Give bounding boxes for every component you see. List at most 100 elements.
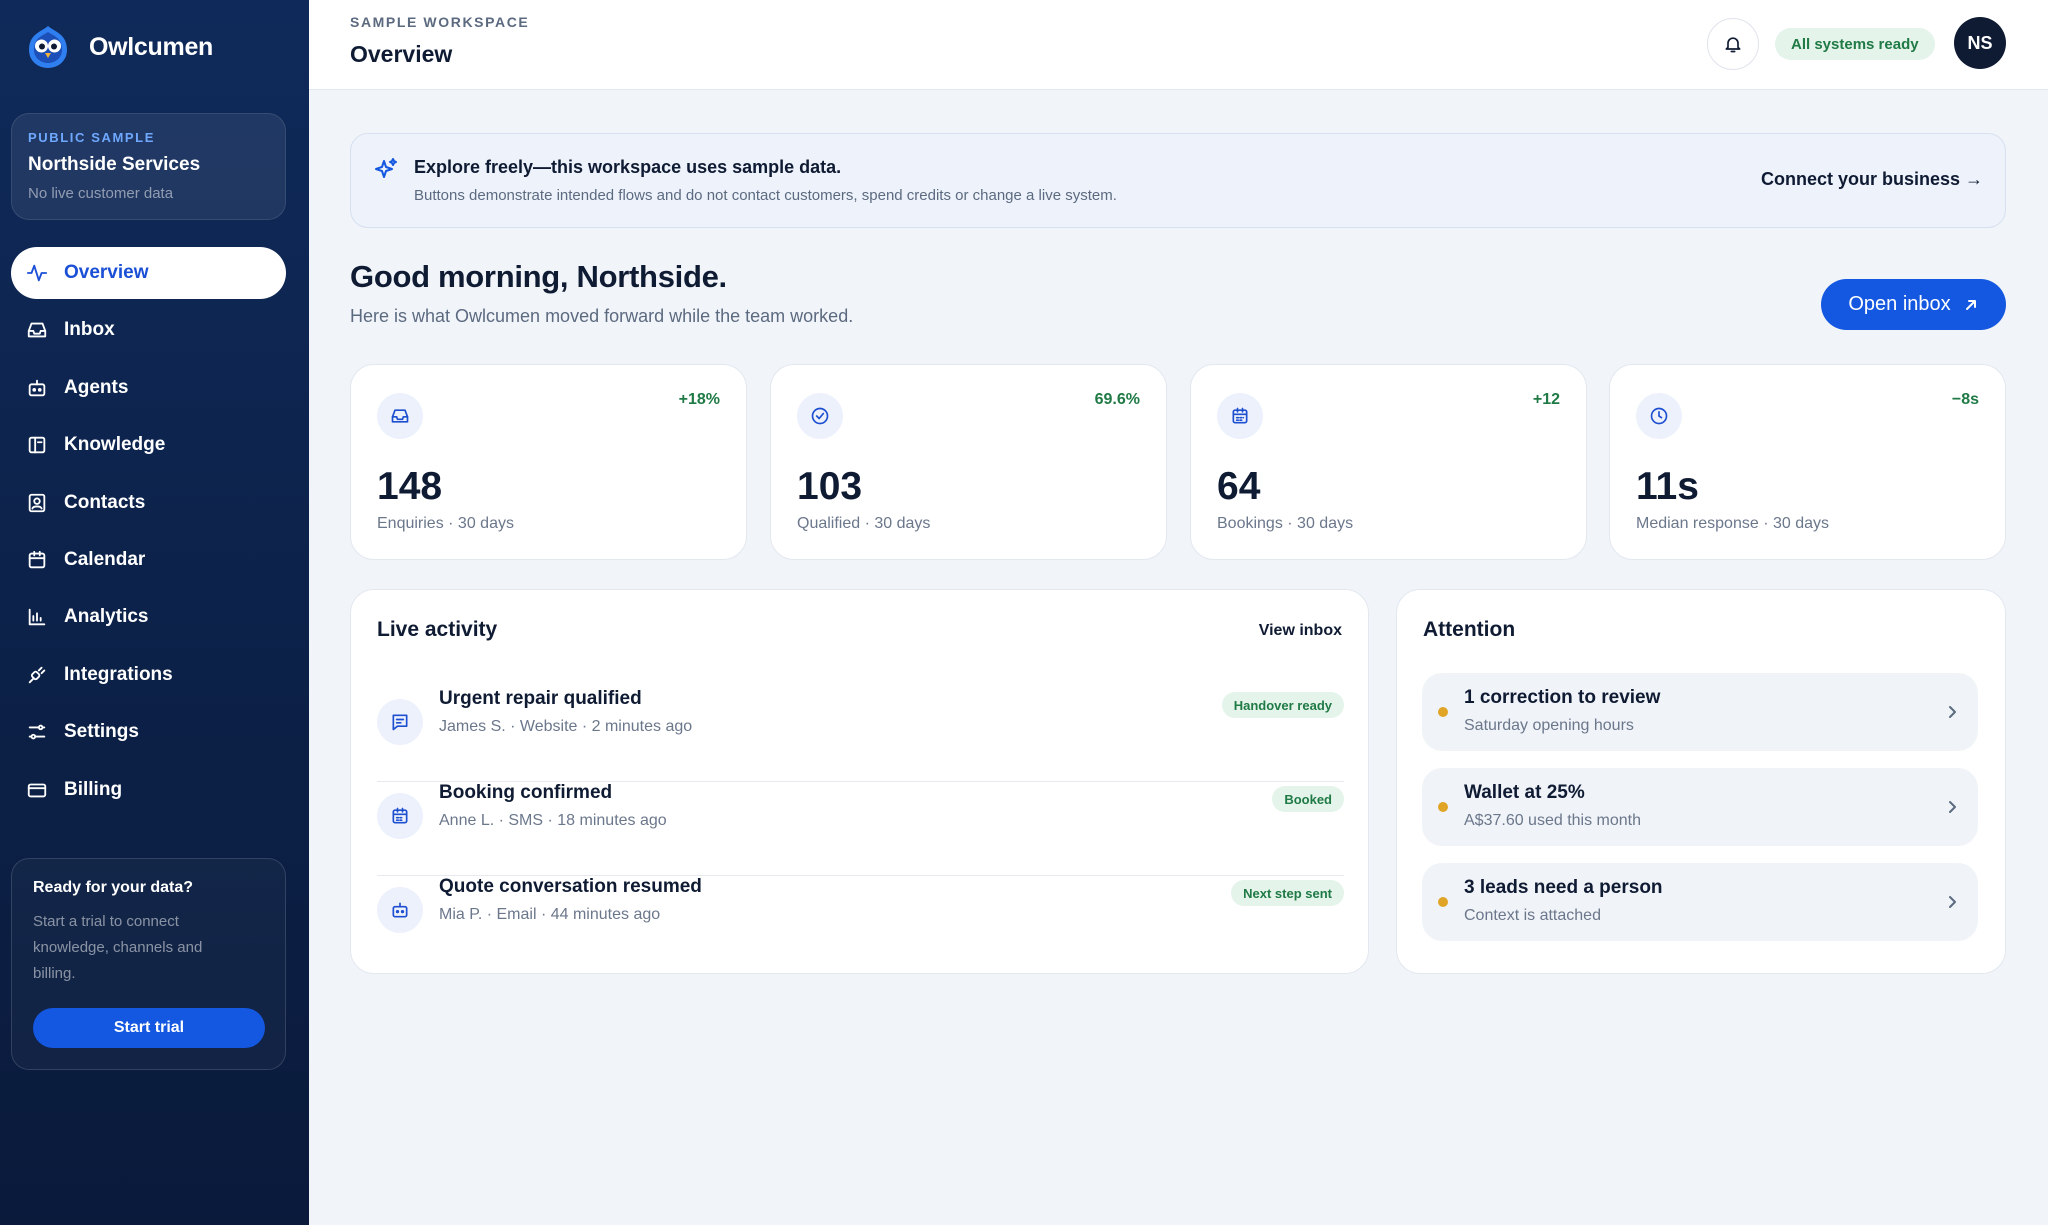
activity-badge: Handover ready (1221, 692, 1344, 718)
stat-card-median-response[interactable]: −8s 11s Median response · 30 days (1609, 364, 2006, 560)
sidebar-item-settings[interactable]: Settings (11, 706, 286, 758)
live-activity-title: Live activity (377, 618, 498, 641)
stat-label: Enquiries · 30 days (377, 515, 514, 532)
workspace-tag: PUBLIC SAMPLE (28, 130, 155, 145)
workspace-card[interactable]: PUBLIC SAMPLE Northside Services No live… (11, 113, 286, 220)
stat-delta: 69.6% (1094, 391, 1140, 408)
stat-icon-wrap (377, 393, 423, 439)
attention-item-title: Wallet at 25% (1464, 782, 1585, 803)
greeting-title: Good morning, Northside. (350, 259, 727, 294)
activity-item[interactable]: Urgent repair qualified James S. · Websi… (377, 688, 1344, 782)
check-circle-icon (811, 407, 829, 425)
credit-card-icon (27, 783, 47, 797)
activity-meta: James S. · Website · 2 minutes ago (439, 718, 693, 735)
attention-item[interactable]: 1 correction to review Saturday opening … (1422, 673, 1978, 751)
stat-value: 64 (1217, 465, 1261, 508)
stat-card-bookings[interactable]: +12 64 Bookings · 30 days (1190, 364, 1587, 560)
warning-dot (1438, 707, 1448, 717)
chevron-right-icon (1949, 706, 1956, 718)
brand[interactable]: Owlcumen (27, 24, 213, 70)
sidebar-item-label: Analytics (64, 606, 149, 628)
stat-value: 11s (1636, 465, 1699, 508)
sidebar-nav: Overview Inbox Agents Knowledge Contacts… (11, 247, 286, 821)
warning-dot (1438, 802, 1448, 812)
attention-title: Attention (1423, 618, 1516, 641)
calendar-icon (1232, 407, 1248, 424)
breadcrumb[interactable]: SAMPLE WORKSPACE (350, 14, 529, 30)
connect-business-link[interactable]: Connect your business → (1761, 169, 1983, 190)
sidebar-item-label: Overview (64, 262, 149, 283)
stat-label: Median response · 30 days (1636, 515, 1829, 532)
trial-text: Start a trial to connect knowledge, chan… (33, 913, 203, 982)
activity-icon-wrap (377, 793, 423, 839)
sidebar-item-analytics[interactable]: Analytics (11, 591, 286, 643)
sidebar-item-label: Agents (64, 376, 129, 398)
bell-icon (1725, 37, 1741, 53)
notifications-button[interactable] (1707, 18, 1759, 70)
sidebar-item-label: Settings (64, 721, 139, 743)
sidebar-item-label: Billing (64, 778, 123, 800)
sidebar-item-label: Calendar (64, 548, 146, 570)
chevron-right-icon (1949, 801, 1956, 813)
banner-title: Explore freely—this workspace uses sampl… (414, 157, 842, 177)
activity-badge: Next step sent (1231, 880, 1344, 906)
start-trial-button[interactable]: Start trial (33, 1008, 265, 1048)
sidebar: Owlcumen PUBLIC SAMPLE Northside Service… (0, 0, 309, 1225)
robot-icon (392, 902, 408, 918)
trial-card: Ready for your data? Start a trial to co… (11, 858, 286, 1070)
stat-delta: +18% (678, 391, 720, 408)
sidebar-item-knowledge[interactable]: Knowledge (11, 419, 286, 471)
workspace-name: Northside Services (28, 154, 201, 175)
inbox-icon (27, 323, 47, 338)
activity-item[interactable]: Booking confirmed Anne L. · SMS · 18 min… (377, 782, 1344, 876)
stat-delta: +12 (1532, 391, 1560, 408)
activity-meta: Anne L. · SMS · 18 minutes ago (439, 812, 667, 829)
calendar-icon (392, 807, 408, 824)
open-inbox-button[interactable]: Open inbox (1821, 279, 2006, 330)
attention-item-subtitle: Context is attached (1464, 907, 1601, 924)
stat-icon-wrap (1217, 393, 1263, 439)
activity-title: Quote conversation resumed (439, 876, 702, 897)
avatar[interactable]: NS (1954, 17, 2006, 69)
inbox-icon (391, 409, 409, 423)
view-inbox-link[interactable]: View inbox (1259, 622, 1342, 640)
stat-icon-wrap (1636, 393, 1682, 439)
sliders-icon (28, 724, 46, 740)
stat-label: Qualified · 30 days (797, 515, 931, 532)
plug-icon (28, 666, 46, 683)
sidebar-item-inbox[interactable]: Inbox (11, 304, 286, 356)
sidebar-item-label: Inbox (64, 319, 115, 341)
app-name: Owlcumen (89, 32, 214, 61)
open-inbox-label: Open inbox (1848, 293, 1951, 315)
trial-title: Ready for your data? (33, 879, 194, 896)
warning-dot (1438, 897, 1448, 907)
attention-item[interactable]: 3 leads need a person Context is attache… (1422, 863, 1978, 941)
bar-chart-icon (28, 609, 46, 626)
activity-icon-wrap (377, 699, 423, 745)
sidebar-item-overview[interactable]: Overview (11, 247, 286, 299)
arrow-up-right-icon (1965, 299, 1976, 310)
attention-item-subtitle: A$37.60 used this month (1464, 812, 1642, 829)
activity-meta: Mia P. · Email · 44 minutes ago (439, 906, 661, 923)
attention-item[interactable]: Wallet at 25% A$37.60 used this month (1422, 768, 1978, 846)
sidebar-item-agents[interactable]: Agents (11, 362, 286, 414)
sidebar-item-billing[interactable]: Billing (11, 764, 286, 816)
activity-title: Urgent repair qualified (439, 688, 642, 709)
stat-value: 103 (797, 465, 863, 508)
sidebar-item-contacts[interactable]: Contacts (11, 477, 286, 529)
activity-item[interactable]: Quote conversation resumed Mia P. · Emai… (377, 876, 1344, 970)
attention-panel: Attention 1 correction to review Saturda… (1396, 589, 2006, 974)
live-activity-panel: Live activity View inbox Urgent repair q… (350, 589, 1369, 974)
calendar-icon (28, 550, 46, 569)
sidebar-item-integrations[interactable]: Integrations (11, 649, 286, 701)
greeting-subtitle: Here is what Owlcumen moved forward whil… (350, 306, 854, 326)
workspace-note: No live customer data (28, 185, 174, 202)
sample-data-banner: Explore freely—this workspace uses sampl… (350, 133, 2006, 228)
clock-icon (1650, 407, 1668, 425)
stat-card-enquiries[interactable]: +18% 148 Enquiries · 30 days (350, 364, 747, 560)
activity-badge: Booked (1272, 786, 1344, 812)
stat-card-qualified[interactable]: 69.6% 103 Qualified · 30 days (770, 364, 1167, 560)
attention-item-title: 3 leads need a person (1464, 877, 1663, 898)
activity-title: Booking confirmed (439, 782, 613, 803)
sidebar-item-calendar[interactable]: Calendar (11, 534, 286, 586)
